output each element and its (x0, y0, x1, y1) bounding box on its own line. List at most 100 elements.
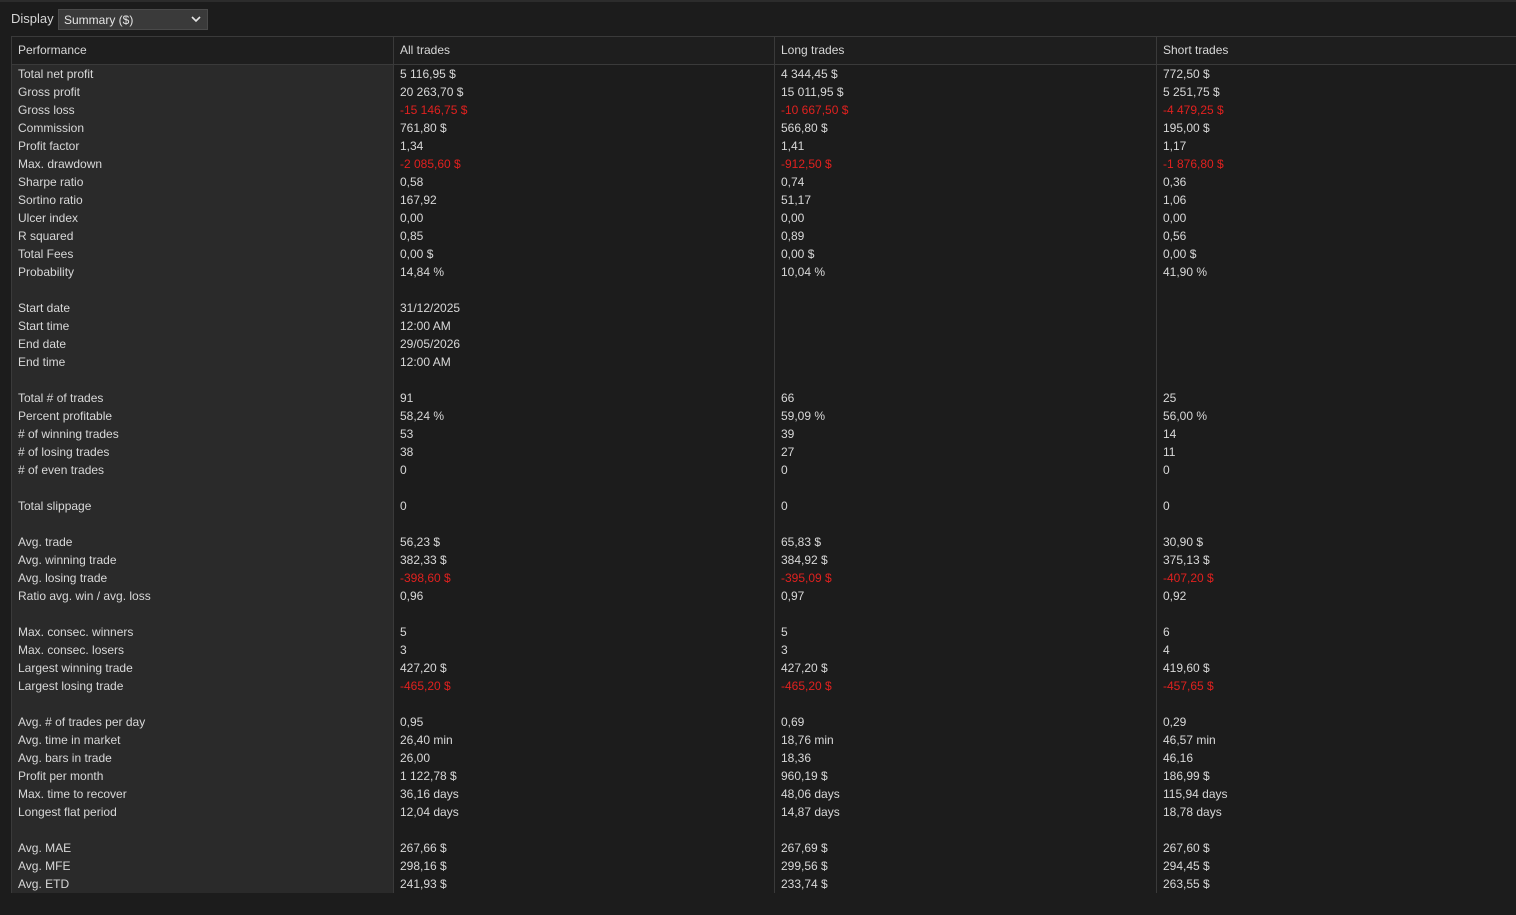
short-trades-value: 195,00 $ (1163, 121, 1210, 135)
row-label: Gross loss (18, 103, 75, 117)
table-row: Avg. losing trade -398,60 $ -395,09 $ -407,… (12, 569, 1516, 587)
table-row: Percent profitable 58,24 % 59,09 % 56,00 % (12, 407, 1516, 425)
short-trades-value: 1,17 (1163, 139, 1187, 153)
row-label: # of even trades (18, 463, 105, 477)
row-label: Longest flat period (18, 805, 117, 819)
row-label: Avg. MAE (18, 841, 72, 855)
row-label: Sortino ratio (18, 193, 83, 207)
table-row: Max. consec. losers 3 3 4 (12, 641, 1516, 659)
row-label: Gross profit (18, 85, 81, 99)
table-row: Total net profit 5 116,95 $ 4 344,45 $ 772,… (12, 65, 1516, 83)
row-label: # of winning trades (18, 427, 119, 441)
short-trades-value: 25 (1163, 391, 1177, 405)
all-trades-value: 167,92 (400, 193, 437, 207)
all-trades-value: 1 122,78 $ (400, 769, 457, 783)
short-trades-value (1157, 479, 1516, 497)
all-trades-value: 14,84 % (400, 265, 445, 279)
long-trades-value: 0,00 $ (781, 247, 815, 261)
row-label: Avg. ETD (18, 877, 70, 891)
long-trades-value: 48,06 days (781, 787, 840, 801)
short-trades-value: 0 (1163, 463, 1170, 477)
table-row: Total slippage 0 0 0 (12, 497, 1516, 515)
all-trades-value (394, 281, 775, 299)
table-row: Start time 12:00 AM (12, 317, 1516, 335)
row-label: R squared (18, 229, 74, 243)
row-label (12, 605, 394, 623)
all-trades-value: 1,34 (400, 139, 424, 153)
column-header-long-trades[interactable]: Long trades (775, 37, 1157, 64)
long-trades-value (775, 605, 1157, 623)
table-row: Largest winning trade 427,20 $ 427,20 $ 419… (12, 659, 1516, 677)
short-trades-value: 30,90 $ (1163, 535, 1204, 549)
short-trades-value: 263,55 $ (1163, 877, 1210, 891)
performance-window: Display Summary ($) Performance All trad… (0, 0, 1516, 915)
short-trades-value (1157, 281, 1516, 299)
table-row: Avg. # of trades per day 0,95 0,69 0,29 (12, 713, 1516, 731)
column-header-all-trades[interactable]: All trades (394, 37, 775, 64)
row-label: # of losing trades (18, 445, 110, 459)
table-row: Max. drawdown -2 085,60 $ -912,50 $ -1 876,… (12, 155, 1516, 173)
long-trades-value (775, 299, 1157, 317)
top-border (0, 0, 1516, 2)
table-row: Ulcer index 0,00 0,00 0,00 (12, 209, 1516, 227)
row-label: End date (18, 337, 67, 351)
display-select-value: Summary ($) (64, 13, 134, 27)
short-trades-value (1157, 317, 1516, 335)
short-trades-value: 186,99 $ (1163, 769, 1210, 783)
table-row: # of even trades 0 0 0 (12, 461, 1516, 479)
short-trades-value: 0 (1163, 499, 1170, 513)
left-gutter (0, 36, 11, 915)
all-trades-value: 26,40 min (400, 733, 453, 747)
all-trades-value: 0,00 $ (400, 247, 434, 261)
long-trades-value: 0,00 (781, 211, 805, 225)
short-trades-value (1157, 353, 1516, 371)
row-label: Sharpe ratio (18, 175, 84, 189)
row-label: Avg. trade (18, 535, 73, 549)
all-trades-value: 12,04 days (400, 805, 459, 819)
long-trades-value: 960,19 $ (781, 769, 828, 783)
all-trades-value: 0 (400, 463, 407, 477)
all-trades-value: -2 085,60 $ (400, 157, 461, 171)
long-trades-value: 39 (781, 427, 795, 441)
long-trades-value (775, 479, 1157, 497)
table-row: Avg. time in market 26,40 min 18,76 min 46,… (12, 731, 1516, 749)
table-row: Sortino ratio 167,92 51,17 1,06 (12, 191, 1516, 209)
row-label: Avg. bars in trade (18, 751, 112, 765)
short-trades-value: -457,65 $ (1163, 679, 1214, 693)
short-trades-value: -1 876,80 $ (1163, 157, 1224, 171)
all-trades-value: -465,20 $ (400, 679, 451, 693)
table-row: Profit per month 1 122,78 $ 960,19 $ 186,99… (12, 767, 1516, 785)
short-trades-value: 14 (1163, 427, 1177, 441)
row-label (12, 281, 394, 299)
column-header-performance[interactable]: Performance (12, 37, 394, 64)
row-label: Ratio avg. win / avg. loss (18, 589, 151, 603)
long-trades-value: 233,74 $ (781, 877, 828, 891)
chevron-down-icon (191, 16, 201, 23)
all-trades-value: 0,00 (400, 211, 424, 225)
long-trades-value: 427,20 $ (781, 661, 828, 675)
short-trades-value (1157, 335, 1516, 353)
table-row: Longest flat period 12,04 days 14,87 days 1… (12, 803, 1516, 821)
short-trades-value: 6 (1163, 625, 1170, 639)
row-label: Largest winning trade (18, 661, 133, 675)
table-row: End time 12:00 AM (12, 353, 1516, 371)
column-header-short-trades[interactable]: Short trades (1157, 37, 1516, 64)
spacer-row (12, 479, 1516, 497)
all-trades-value: 0,95 (400, 715, 424, 729)
all-trades-value: 29/05/2026 (400, 337, 461, 351)
all-trades-value: 12:00 AM (400, 319, 451, 333)
all-trades-value: 267,66 $ (400, 841, 447, 855)
all-trades-value: 36,16 days (400, 787, 459, 801)
short-trades-value: 375,13 $ (1163, 553, 1210, 567)
toolbar: Display Summary ($) (0, 3, 1516, 35)
row-label: Ulcer index (18, 211, 79, 225)
short-trades-value: 0,00 $ (1163, 247, 1197, 261)
row-label: Max. consec. winners (18, 625, 134, 639)
short-trades-value: 772,50 $ (1163, 67, 1210, 81)
all-trades-value: 53 (400, 427, 414, 441)
long-trades-value: 15 011,95 $ (781, 85, 844, 99)
row-label (12, 515, 394, 533)
display-select[interactable]: Summary ($) (58, 9, 208, 30)
table-row: Gross loss -15 146,75 $ -10 667,50 $ -4 479… (12, 101, 1516, 119)
long-trades-value: 0,69 (781, 715, 805, 729)
